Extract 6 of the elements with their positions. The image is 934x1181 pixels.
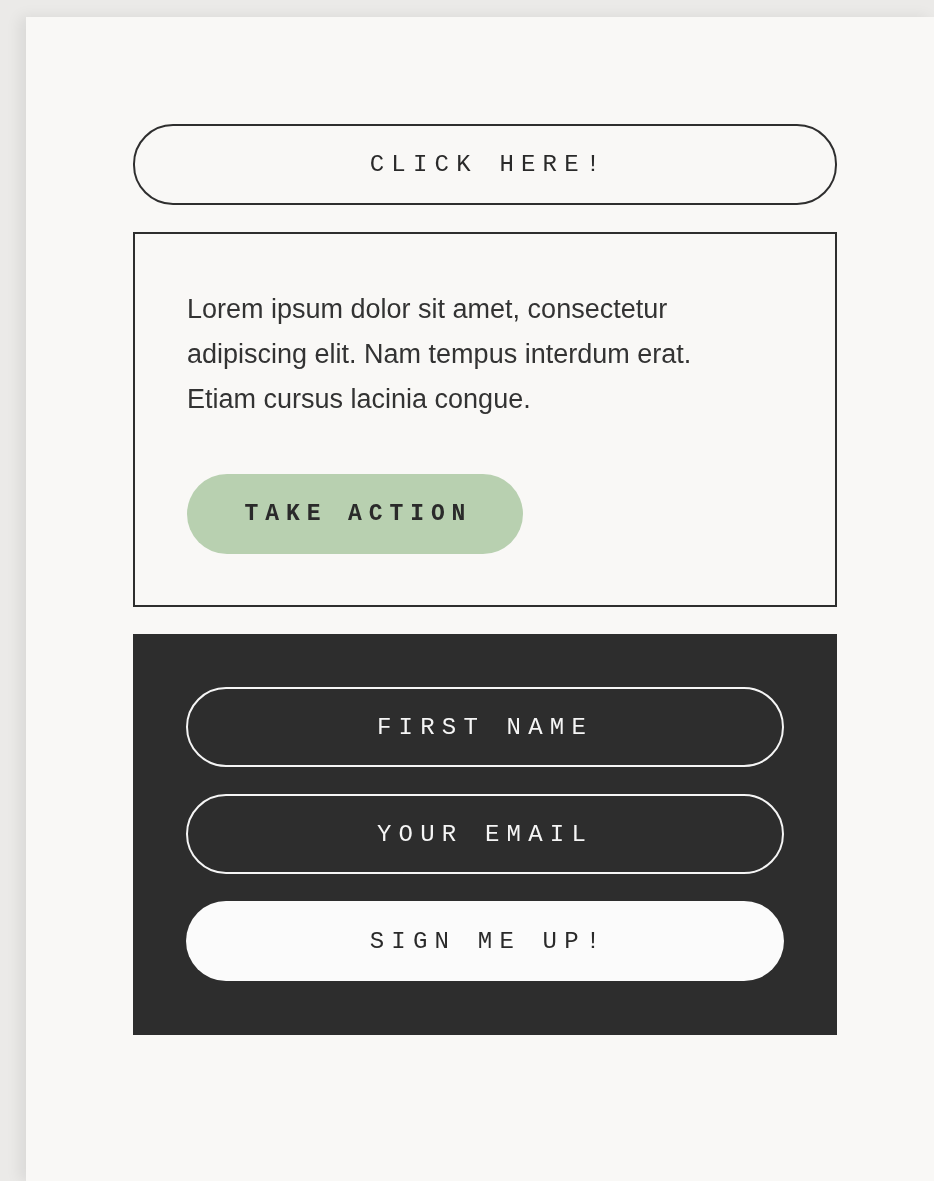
input-field[interactable]: FIRST NAME: [186, 687, 784, 767]
click-button[interactable]: CLICK HERE!: [133, 124, 837, 205]
card-text: Lorem ipsum dolor sit amet, consectetur adipiscing elit. Nam tempus interdum erat. Etiam cursus lacinia congue.: [187, 293, 693, 416]
sign-up-button[interactable]: SIGN ME UP!: [186, 901, 784, 981]
input-field[interactable]: YOUR EMAIL: [186, 794, 784, 874]
take-action-button[interactable]: TAKE ACTION: [187, 474, 523, 554]
